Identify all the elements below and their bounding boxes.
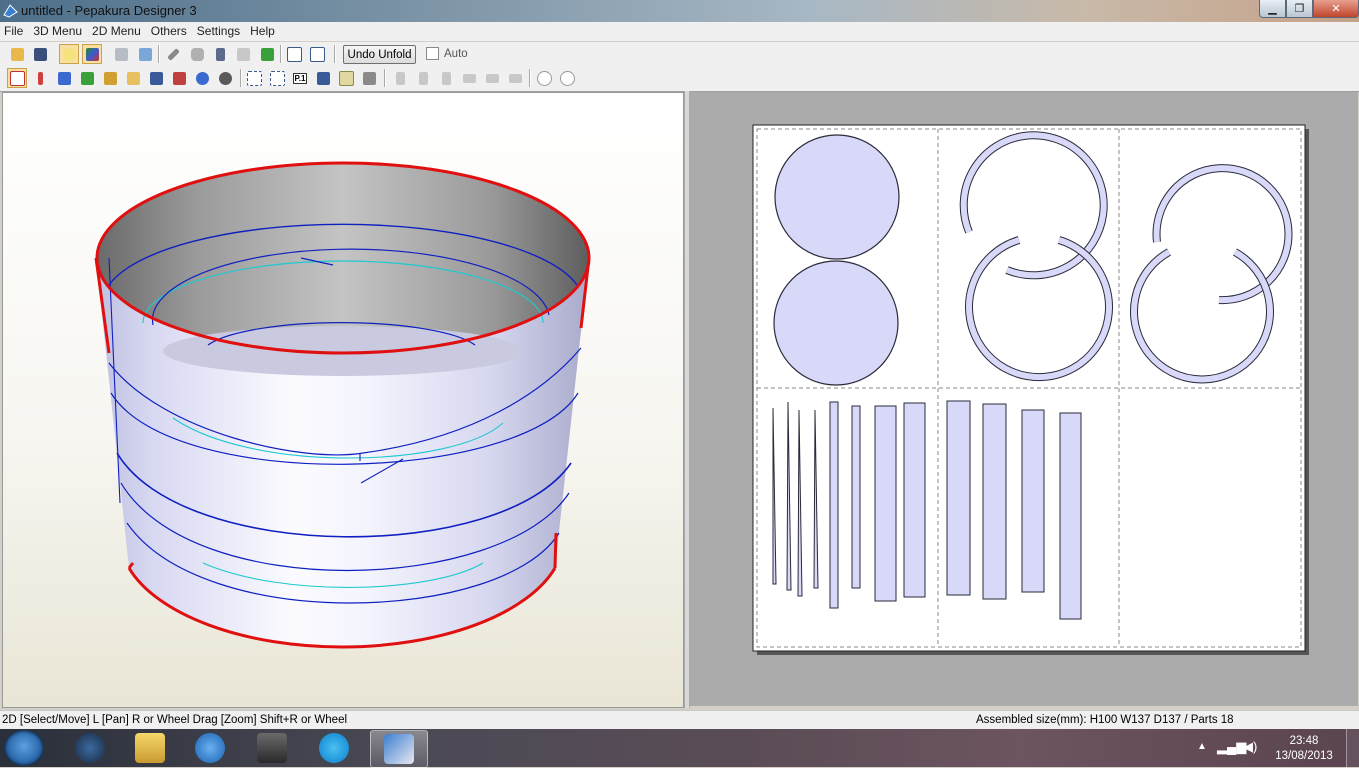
- maximize-button[interactable]: ❐: [1286, 0, 1313, 18]
- status-hint: 2D [Select/Move] L [Pan] R or Wheel Drag…: [2, 714, 348, 726]
- display-icon[interactable]: [234, 45, 252, 63]
- layout-icon[interactable]: [337, 69, 355, 87]
- clock-time: 23:48: [1289, 735, 1319, 747]
- 3d-view-panel[interactable]: [2, 92, 684, 708]
- status-bar: 2D [Select/Move] L [Pan] R or Wheel Drag…: [0, 710, 1359, 730]
- menu-file[interactable]: File: [0, 22, 27, 41]
- strip-6[interactable]: [851, 405, 861, 589]
- skype-icon[interactable]: [306, 730, 362, 766]
- 2d-layout-viewport[interactable]: [689, 92, 1358, 706]
- unfold-toolbar: P.1: [0, 66, 1359, 92]
- start-button[interactable]: [4, 730, 44, 766]
- hp-icon[interactable]: [62, 730, 118, 766]
- strip-7[interactable]: [874, 405, 897, 602]
- select-icon[interactable]: [7, 68, 27, 88]
- zoom-icon[interactable]: [268, 69, 286, 87]
- assembled-size: Assembled size(mm): H100 W137 D137 / Par…: [976, 714, 1234, 726]
- print-icon[interactable]: [360, 69, 378, 87]
- strip-12[interactable]: [1059, 412, 1082, 620]
- arrange-icon[interactable]: [314, 69, 332, 87]
- texture-icon[interactable]: [82, 44, 102, 64]
- menu-settings[interactable]: Settings: [193, 22, 244, 41]
- rotate-icon[interactable]: [193, 69, 211, 87]
- save-icon[interactable]: [31, 45, 49, 63]
- clock[interactable]: 23:48 13/08/2013: [1268, 734, 1340, 764]
- menu-bar: File 3D Menu 2D Menu Others Settings Hel…: [0, 22, 1359, 41]
- menu-others[interactable]: Others: [147, 22, 191, 41]
- strip-11[interactable]: [1021, 409, 1045, 593]
- strip-10[interactable]: [982, 403, 1007, 600]
- light-icon[interactable]: [59, 44, 79, 64]
- align-middle-icon[interactable]: [483, 69, 501, 87]
- undo-unfold-button[interactable]: Undo Unfold: [343, 45, 416, 64]
- fit-icon[interactable]: [245, 69, 263, 87]
- image-icon[interactable]: [147, 69, 165, 87]
- refresh-icon[interactable]: [258, 45, 276, 63]
- paint-icon[interactable]: [170, 69, 188, 87]
- align-top-icon[interactable]: [460, 69, 478, 87]
- show-desktop-button[interactable]: [1346, 729, 1359, 767]
- clock-date: 13/08/2013: [1275, 750, 1333, 762]
- lower-right-edge: [553, 532, 558, 569]
- window-icon[interactable]: [285, 45, 303, 63]
- join-icon[interactable]: [78, 69, 96, 87]
- anchor-icon[interactable]: [211, 45, 229, 63]
- network-icon[interactable]: ▂▄▆: [1217, 739, 1246, 755]
- rotate-90-left-icon[interactable]: [535, 69, 553, 87]
- text-icon[interactable]: [124, 69, 142, 87]
- edge-icon[interactable]: [31, 69, 49, 87]
- auto-checkbox-box[interactable]: [426, 47, 439, 60]
- page-icon[interactable]: P.1: [291, 69, 309, 87]
- app-icon: [3, 4, 18, 18]
- close-button[interactable]: ✕: [1313, 0, 1359, 18]
- page-label: P.1: [292, 72, 308, 84]
- gimp-icon[interactable]: [244, 730, 300, 766]
- tray-expand-icon[interactable]: ▲: [1197, 741, 1207, 752]
- strip-9[interactable]: [946, 400, 971, 596]
- volume-icon[interactable]: ◀): [1243, 739, 1257, 755]
- main-toolbar: Undo Unfold Auto: [0, 42, 1359, 66]
- 3d-model-viewport[interactable]: [3, 93, 683, 707]
- pepakura-icon[interactable]: [370, 730, 428, 768]
- grid-icon[interactable]: [55, 69, 73, 87]
- align-bottom-icon[interactable]: [506, 69, 524, 87]
- align-right-icon[interactable]: [437, 69, 455, 87]
- rotate-back-icon[interactable]: [216, 69, 234, 87]
- menu-2d[interactable]: 2D Menu: [88, 22, 145, 41]
- align-left-icon[interactable]: [391, 69, 409, 87]
- taskbar: ▲ ▂▄▆ ◀) 23:48 13/08/2013: [0, 729, 1359, 768]
- minimize-button[interactable]: ▁: [1259, 0, 1286, 18]
- auto-label: Auto: [444, 47, 468, 60]
- open-icon[interactable]: [8, 45, 26, 63]
- rotate-90-right-icon[interactable]: [558, 69, 576, 87]
- menu-3d[interactable]: 3D Menu: [29, 22, 86, 41]
- cylinder-icon[interactable]: [188, 45, 206, 63]
- internet-explorer-icon[interactable]: [182, 730, 238, 766]
- pencil-icon[interactable]: [164, 45, 182, 63]
- 2d-view-panel[interactable]: [689, 92, 1358, 706]
- explorer-icon[interactable]: [122, 730, 178, 766]
- window2-icon[interactable]: [308, 45, 326, 63]
- cube-icon[interactable]: [112, 45, 130, 63]
- title-bar: untitled - Pepakura Designer 3 ▁ ❐ ✕: [0, 0, 1359, 22]
- menu-help[interactable]: Help: [246, 22, 279, 41]
- flap-icon[interactable]: [101, 69, 119, 87]
- part-circle-1[interactable]: [774, 134, 900, 260]
- strip-8[interactable]: [903, 402, 926, 598]
- cylinder-inner-floor: [163, 326, 523, 376]
- box-icon[interactable]: [136, 45, 154, 63]
- part-circle-2[interactable]: [773, 260, 899, 386]
- window-title: untitled - Pepakura Designer 3: [21, 3, 197, 18]
- align-center-icon[interactable]: [414, 69, 432, 87]
- auto-checkbox[interactable]: Auto: [426, 47, 468, 60]
- strip-5[interactable]: [829, 401, 839, 609]
